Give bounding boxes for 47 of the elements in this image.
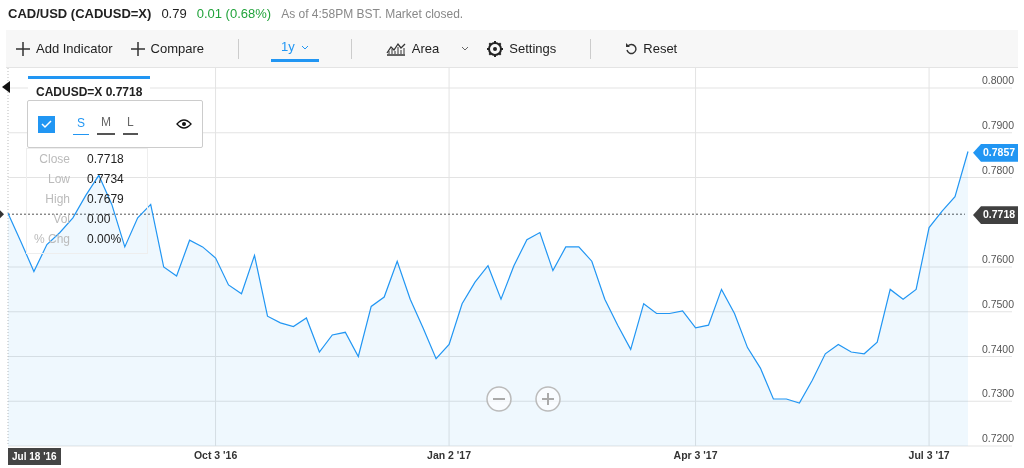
- toolbar-button[interactable]: Add Indicator: [14, 34, 115, 63]
- caret-icon: [300, 44, 309, 50]
- zoom-out-button[interactable]: [486, 386, 512, 412]
- reset-icon: [625, 42, 638, 55]
- tooltip-label: High: [44, 191, 72, 208]
- y-axis-label: 0.7800: [981, 163, 1014, 176]
- y-axis-label: 0.7500: [981, 297, 1014, 310]
- toolbar-button[interactable]: Settings: [485, 34, 559, 63]
- price: 0.79: [161, 5, 187, 23]
- tooltip-value: 0.00: [86, 211, 112, 228]
- caret-icon: [461, 46, 470, 51]
- quote-title: CAD/USD (CADUSD=X): [8, 5, 152, 23]
- cursor-date-label: Jul 18 '16: [8, 448, 61, 465]
- settings-icon: [487, 40, 504, 57]
- plus-icon: [16, 41, 30, 56]
- collapse-arrow-icon[interactable]: [2, 81, 10, 93]
- x-axis-label: Jan 2 '17: [427, 449, 472, 461]
- y-axis-label: 0.7300: [981, 387, 1014, 400]
- price-tag: 0.7718: [973, 206, 1019, 224]
- price-tag: 0.7857: [973, 144, 1019, 162]
- x-axis-label: Apr 3 '17: [673, 449, 718, 461]
- zoom-in-button[interactable]: [535, 386, 561, 412]
- toolbar-button[interactable]: Reset: [623, 34, 680, 63]
- tooltip-label: Low: [47, 171, 72, 188]
- check-icon: [41, 119, 52, 129]
- y-axis-label: 0.7900: [981, 118, 1014, 131]
- plus-icon: [130, 41, 145, 56]
- tooltip-value: 0.7718: [86, 151, 125, 168]
- price-change: 0.01 (0.68%): [196, 5, 272, 23]
- area-chart-icon: [385, 41, 406, 56]
- chart-type-button[interactable]: Area: [383, 34, 472, 63]
- cursor-marker-icon: [0, 210, 4, 219]
- x-axis-label: Jul 3 '17: [908, 449, 950, 461]
- y-axis-label: 0.8000: [981, 74, 1014, 86]
- tooltip-label: Vol: [52, 211, 72, 228]
- tooltip-label: Close: [38, 151, 72, 168]
- line-size-tab[interactable]: M: [97, 113, 115, 135]
- market-status-note: As of 4:58PM BST. Market closed.: [281, 6, 464, 23]
- tooltip-value: 0.00%: [86, 231, 123, 248]
- eye-icon[interactable]: [176, 119, 192, 129]
- y-axis-label: 0.7600: [981, 253, 1014, 265]
- line-size-tab[interactable]: L: [123, 113, 138, 135]
- y-axis-label: 0.7200: [981, 432, 1014, 444]
- series-checkbox[interactable]: [38, 115, 55, 133]
- x-axis-label: Oct 3 '16: [193, 449, 238, 461]
- y-axis-label: 0.7400: [981, 342, 1014, 355]
- toolbar-button[interactable]: Compare: [128, 34, 207, 63]
